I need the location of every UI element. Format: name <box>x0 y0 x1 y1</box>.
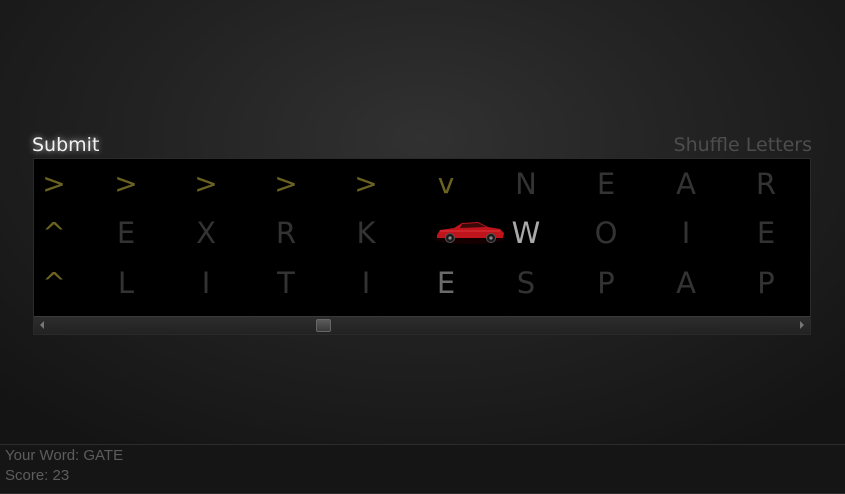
scroll-left-arrow-icon[interactable] <box>40 321 44 329</box>
letter-tile[interactable]: K <box>346 213 386 253</box>
letter-tile[interactable]: P <box>746 263 786 303</box>
arrow-cell: > <box>194 167 218 200</box>
score-text: Score: 23 <box>5 467 70 484</box>
letter-tile[interactable]: S <box>506 263 546 303</box>
shuffle-letters-button[interactable]: Shuffle Letters <box>674 134 812 156</box>
scroll-right-arrow-icon[interactable] <box>800 321 804 329</box>
arrow-cell: > <box>354 167 378 200</box>
letter-tile[interactable]: W <box>506 213 546 253</box>
arrow-cell: v <box>437 167 455 200</box>
letter-tile[interactable]: I <box>346 263 386 303</box>
letter-tile[interactable]: E <box>586 164 626 204</box>
letter-tile[interactable]: I <box>666 213 706 253</box>
letter-tile[interactable]: O <box>586 213 626 253</box>
letter-grid: > > > > > v N E A R ^ E X R K W O I E ^ L I T I E S P A P <box>34 159 810 317</box>
letter-tile[interactable]: I <box>186 263 226 303</box>
status-bar: Your Word: GATE Score: 23 <box>0 444 845 494</box>
letter-tile[interactable]: E <box>106 213 146 253</box>
scrollbar-thumb[interactable] <box>316 319 331 332</box>
horizontal-scrollbar[interactable] <box>34 316 810 334</box>
letter-tile[interactable]: P <box>586 263 626 303</box>
submit-button[interactable]: Submit <box>32 134 99 156</box>
letter-tile[interactable]: X <box>186 213 226 253</box>
letter-tile[interactable]: A <box>666 164 706 204</box>
letter-tile[interactable]: E <box>746 213 786 253</box>
letter-tile[interactable]: N <box>506 164 546 204</box>
arrow-cell: ^ <box>42 266 66 299</box>
letter-board: > > > > > v N E A R ^ E X R K W O I E ^ L I T I E S P A P <box>33 158 811 335</box>
arrow-cell: ^ <box>42 216 66 249</box>
letter-tile[interactable]: R <box>746 164 786 204</box>
arrow-cell: > <box>274 167 298 200</box>
letter-tile[interactable]: R <box>266 213 306 253</box>
arrow-cell: > <box>42 167 66 200</box>
letter-tile[interactable]: E <box>426 263 466 303</box>
arrow-cell: > <box>114 167 138 200</box>
letter-tile[interactable]: A <box>666 263 706 303</box>
current-word-text: Your Word: GATE <box>5 447 124 464</box>
red-race-car-icon <box>436 222 504 244</box>
letter-tile[interactable]: L <box>106 263 146 303</box>
letter-tile[interactable]: T <box>266 263 306 303</box>
